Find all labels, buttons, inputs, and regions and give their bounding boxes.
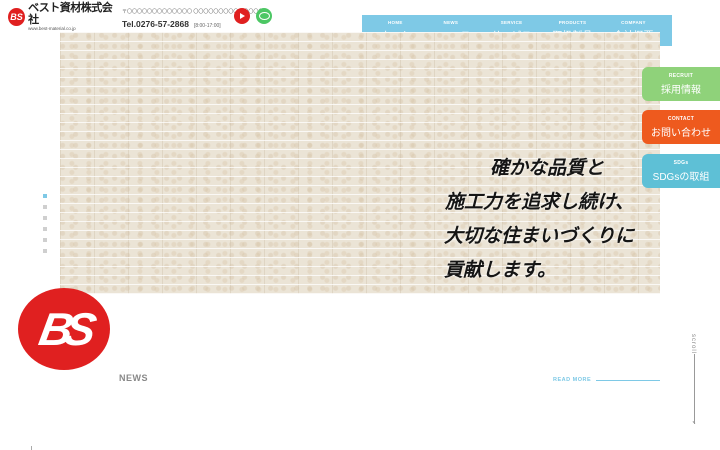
side-tab-ja: SDGsの取組 [652,171,710,183]
side-tab-en: CONTACT [667,115,695,122]
hero-line: 貢献します。 [443,260,557,281]
big-logo-mark: BS [35,303,93,355]
nav-en-label: SERVICE [500,19,523,25]
contact-tab[interactable]: CONTACT お問い合わせ [642,110,720,144]
company-logo[interactable]: BS ベスト資材株式会社 www.best-material.co.jp [8,2,118,31]
slider-dot[interactable] [43,216,47,220]
side-tab-en: SDGs [673,159,689,166]
read-more-line [596,380,660,381]
hero-line: 確かな品質と [489,158,604,179]
scroll-arrow-icon[interactable] [694,354,695,424]
slider-dot[interactable] [43,227,47,231]
slider-dot[interactable] [43,194,47,198]
hero-slider: 確かな品質と 施工力を追求し続け、 大切な住まいづくりに 貢献します。 [60,32,660,294]
read-more-link[interactable]: READ MORE [553,377,591,383]
hero-line: 大切な住まいづくりに [443,226,634,247]
youtube-icon[interactable] [234,8,250,24]
side-tab-ja: お問い合わせ [651,127,711,139]
recruit-tab[interactable]: RECRUIT 採用情報 [642,67,720,101]
nav-en-label: PRODUCTS [558,19,587,25]
sdgs-tab[interactable]: SDGs SDGsの取組 [642,154,720,188]
news-heading: NEWS [119,373,148,383]
line-icon[interactable] [256,8,272,24]
hero-copy: 確かな品質と 施工力を追求し続け、 大切な住まいづくりに 貢献します。 [444,152,634,288]
big-logo: BS [18,288,110,370]
business-hours: [8:00-17:00] [193,23,221,29]
side-tab-en: RECRUIT [668,72,694,79]
logo-mark: BS [8,8,26,26]
nav-en-label: COMPANY [621,19,646,25]
slider-dot[interactable] [43,249,47,253]
company-name: ベスト資材株式会社 [28,2,113,26]
side-tab-ja: 採用情報 [661,84,701,96]
hero-line: 施工力を追求し続け、 [444,192,634,213]
slider-dot[interactable] [43,238,47,242]
slider-dot[interactable] [43,205,47,209]
nav-en-label: NEWS [443,19,459,25]
divider [31,446,32,450]
scroll-label: scroll [690,334,696,355]
phone-number[interactable]: Tel.0276-57-2868 [122,19,189,29]
nav-en-label: HOME [387,19,403,25]
slider-pagination [43,194,47,253]
